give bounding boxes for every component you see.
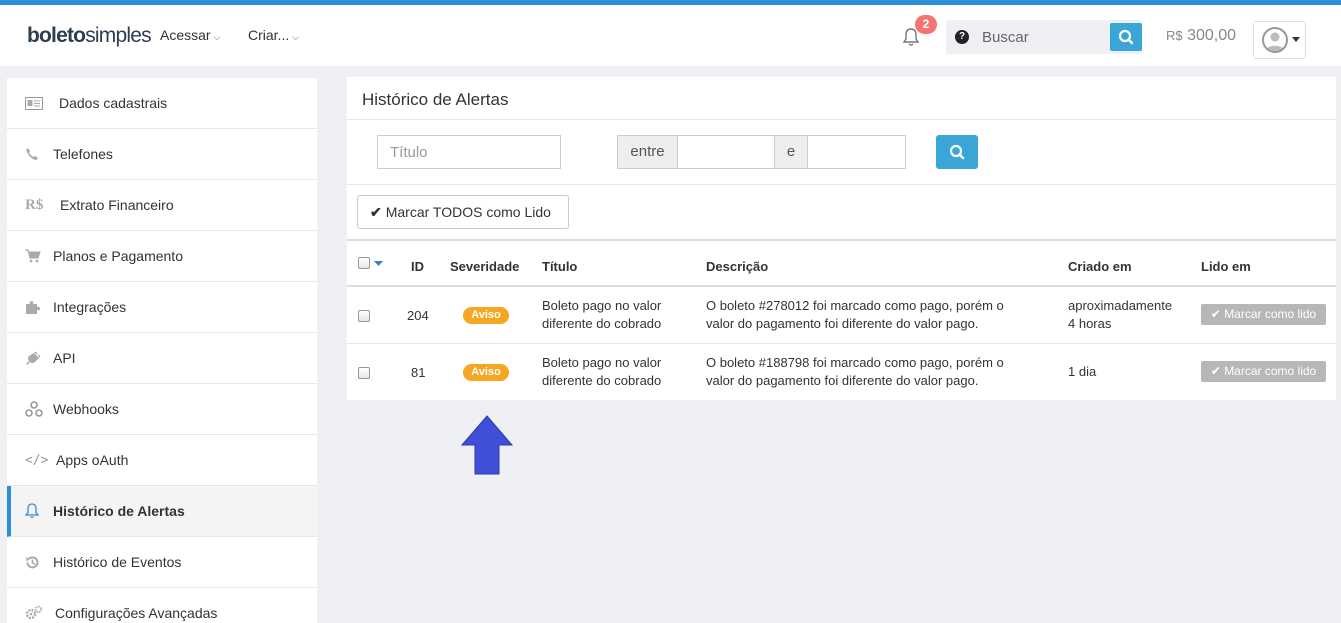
row-checkbox[interactable] (358, 310, 370, 322)
nav-acessar-label: Acessar (160, 27, 211, 43)
sidebar-item-label: Apps oAuth (56, 452, 129, 468)
divider (347, 343, 1336, 344)
gears-icon (25, 605, 53, 621)
nav-criar[interactable]: Criar... ⌵ (248, 27, 299, 43)
alert-description: O boleto #278012 foi marcado como pago, … (706, 298, 1004, 331)
phone-icon (25, 147, 53, 161)
sidebar-item-label: API (53, 350, 76, 366)
sidebar-item-planos-pagamento[interactable]: Planos e Pagamento (7, 231, 317, 282)
mark-read-button[interactable]: ✔ Marcar como lido (1201, 304, 1326, 325)
plug-icon (25, 350, 53, 366)
currency-icon: R$ (25, 196, 44, 213)
sidebar-item-historico-alertas[interactable]: Histórico de Alertas (7, 486, 317, 537)
alerts-panel: Histórico de Alertas entre e ✔ Marcar TO… (347, 77, 1336, 400)
mark-all-read-label: Marcar TODOS como Lido (385, 204, 551, 220)
divider (347, 119, 1336, 120)
sidebar-item-label: Webhooks (53, 401, 119, 417)
and-addon: e (774, 135, 808, 169)
severity-badge: Aviso (463, 307, 509, 324)
title-filter-input[interactable] (377, 135, 561, 169)
mark-all-read-button[interactable]: ✔ Marcar TODOS como Lido (357, 195, 569, 229)
notification-badge: 2 (915, 15, 937, 34)
sidebar-item-historico-eventos[interactable]: Histórico de Eventos (7, 537, 317, 588)
cart-icon (25, 249, 53, 263)
code-icon: </> (25, 452, 49, 468)
sidebar-item-extrato-financeiro[interactable]: R$ Extrato Financeiro (7, 180, 317, 231)
account-balance: R$ 300,00 (1166, 27, 1237, 44)
search-icon (949, 144, 965, 160)
sidebar-item-label: Histórico de Eventos (53, 554, 182, 570)
nav-criar-label: Criar... (248, 27, 290, 43)
history-icon (25, 555, 53, 570)
severity-badge: Aviso (463, 364, 509, 381)
sidebar-item-label: Dados cadastrais (59, 95, 168, 111)
alert-id: 204 (407, 308, 429, 323)
sidebar-item-label: Telefones (53, 146, 113, 162)
column-header-descricao: Descrição (706, 259, 769, 274)
sidebar-item-dados-cadastrais[interactable]: Dados cadastrais (7, 78, 317, 129)
bell-icon (25, 503, 53, 519)
sidebar-item-label: Integrações (53, 299, 127, 315)
alert-title: Boleto pago no valor diferente do cobrado (542, 298, 662, 331)
sidebar-item-telefones[interactable]: Telefones (7, 129, 317, 180)
divider (347, 239, 1336, 241)
divider (347, 285, 1336, 287)
sidebar-item-apps-oauth[interactable]: </> Apps oAuth (7, 435, 317, 486)
puzzle-icon (25, 300, 53, 315)
chevron-down-icon: ⌵ (213, 32, 221, 42)
alert-description: O boleto #188798 foi marcado como pago, … (706, 355, 1004, 388)
column-header-lido-em: Lido em (1201, 259, 1251, 274)
user-icon (1266, 32, 1284, 51)
user-menu-button[interactable] (1253, 21, 1306, 59)
date-end-input[interactable] (807, 135, 906, 169)
alert-created: 1 dia (1068, 364, 1097, 379)
annotation-arrow-up-icon (461, 415, 513, 475)
sidebar-item-api[interactable]: API (7, 333, 317, 384)
sidebar-item-label: Extrato Financeiro (60, 197, 174, 213)
check-icon: ✔ (1210, 364, 1221, 378)
between-addon: entre (617, 135, 678, 169)
sidebar-item-integracoes[interactable]: Integrações (7, 282, 317, 333)
search-input[interactable] (976, 20, 1108, 54)
sidebar: Dados cadastrais Telefones R$ Extrato Fi… (7, 78, 317, 623)
column-header-criado-em: Criado em (1068, 259, 1132, 274)
filter-search-button[interactable] (936, 135, 978, 169)
date-start-input[interactable] (677, 135, 775, 169)
divider (347, 184, 1336, 185)
column-header-severidade: Severidade (450, 259, 520, 274)
sidebar-item-label: Planos e Pagamento (53, 248, 183, 264)
chevron-down-icon: ⌵ (292, 32, 300, 42)
header: boletosimples Acessar⌵ Criar...⌵ 2 ? R$ … (0, 5, 1341, 66)
page-title: Histórico de Alertas (362, 90, 509, 109)
check-icon: ✔ (370, 203, 382, 220)
logo[interactable]: boletosimples (27, 24, 152, 48)
id-card-icon (25, 96, 53, 110)
sidebar-item-configuracoes-avancadas[interactable]: Configurações Avançadas (7, 588, 317, 623)
mark-read-button[interactable]: ✔ Marcar como lido (1201, 361, 1326, 382)
nav-acessar[interactable]: Acessar ⌵ (160, 27, 220, 43)
search-button[interactable] (1110, 23, 1142, 51)
alert-title: Boleto pago no valor diferente do cobrado (542, 355, 662, 388)
caret-down-icon[interactable] (374, 261, 383, 267)
sidebar-item-webhooks[interactable]: Webhooks (7, 384, 317, 435)
select-all-checkbox[interactable] (358, 257, 370, 269)
search-icon (1118, 29, 1134, 45)
sidebar-item-label: Histórico de Alertas (53, 503, 185, 519)
sidebar-item-label: Configurações Avançadas (55, 605, 218, 621)
check-icon: ✔ (1210, 307, 1221, 321)
alert-created: aproximadamente 4 horas (1068, 298, 1173, 331)
search-box: ? (946, 20, 1142, 54)
alert-id: 81 (411, 365, 426, 380)
column-header-id: ID (411, 259, 424, 274)
help-icon[interactable]: ? (955, 30, 969, 44)
webhook-icon (25, 401, 53, 417)
column-header-titulo: Título (542, 259, 578, 274)
caret-down-icon (1292, 37, 1300, 42)
avatar (1262, 27, 1288, 53)
row-checkbox[interactable] (358, 367, 370, 379)
